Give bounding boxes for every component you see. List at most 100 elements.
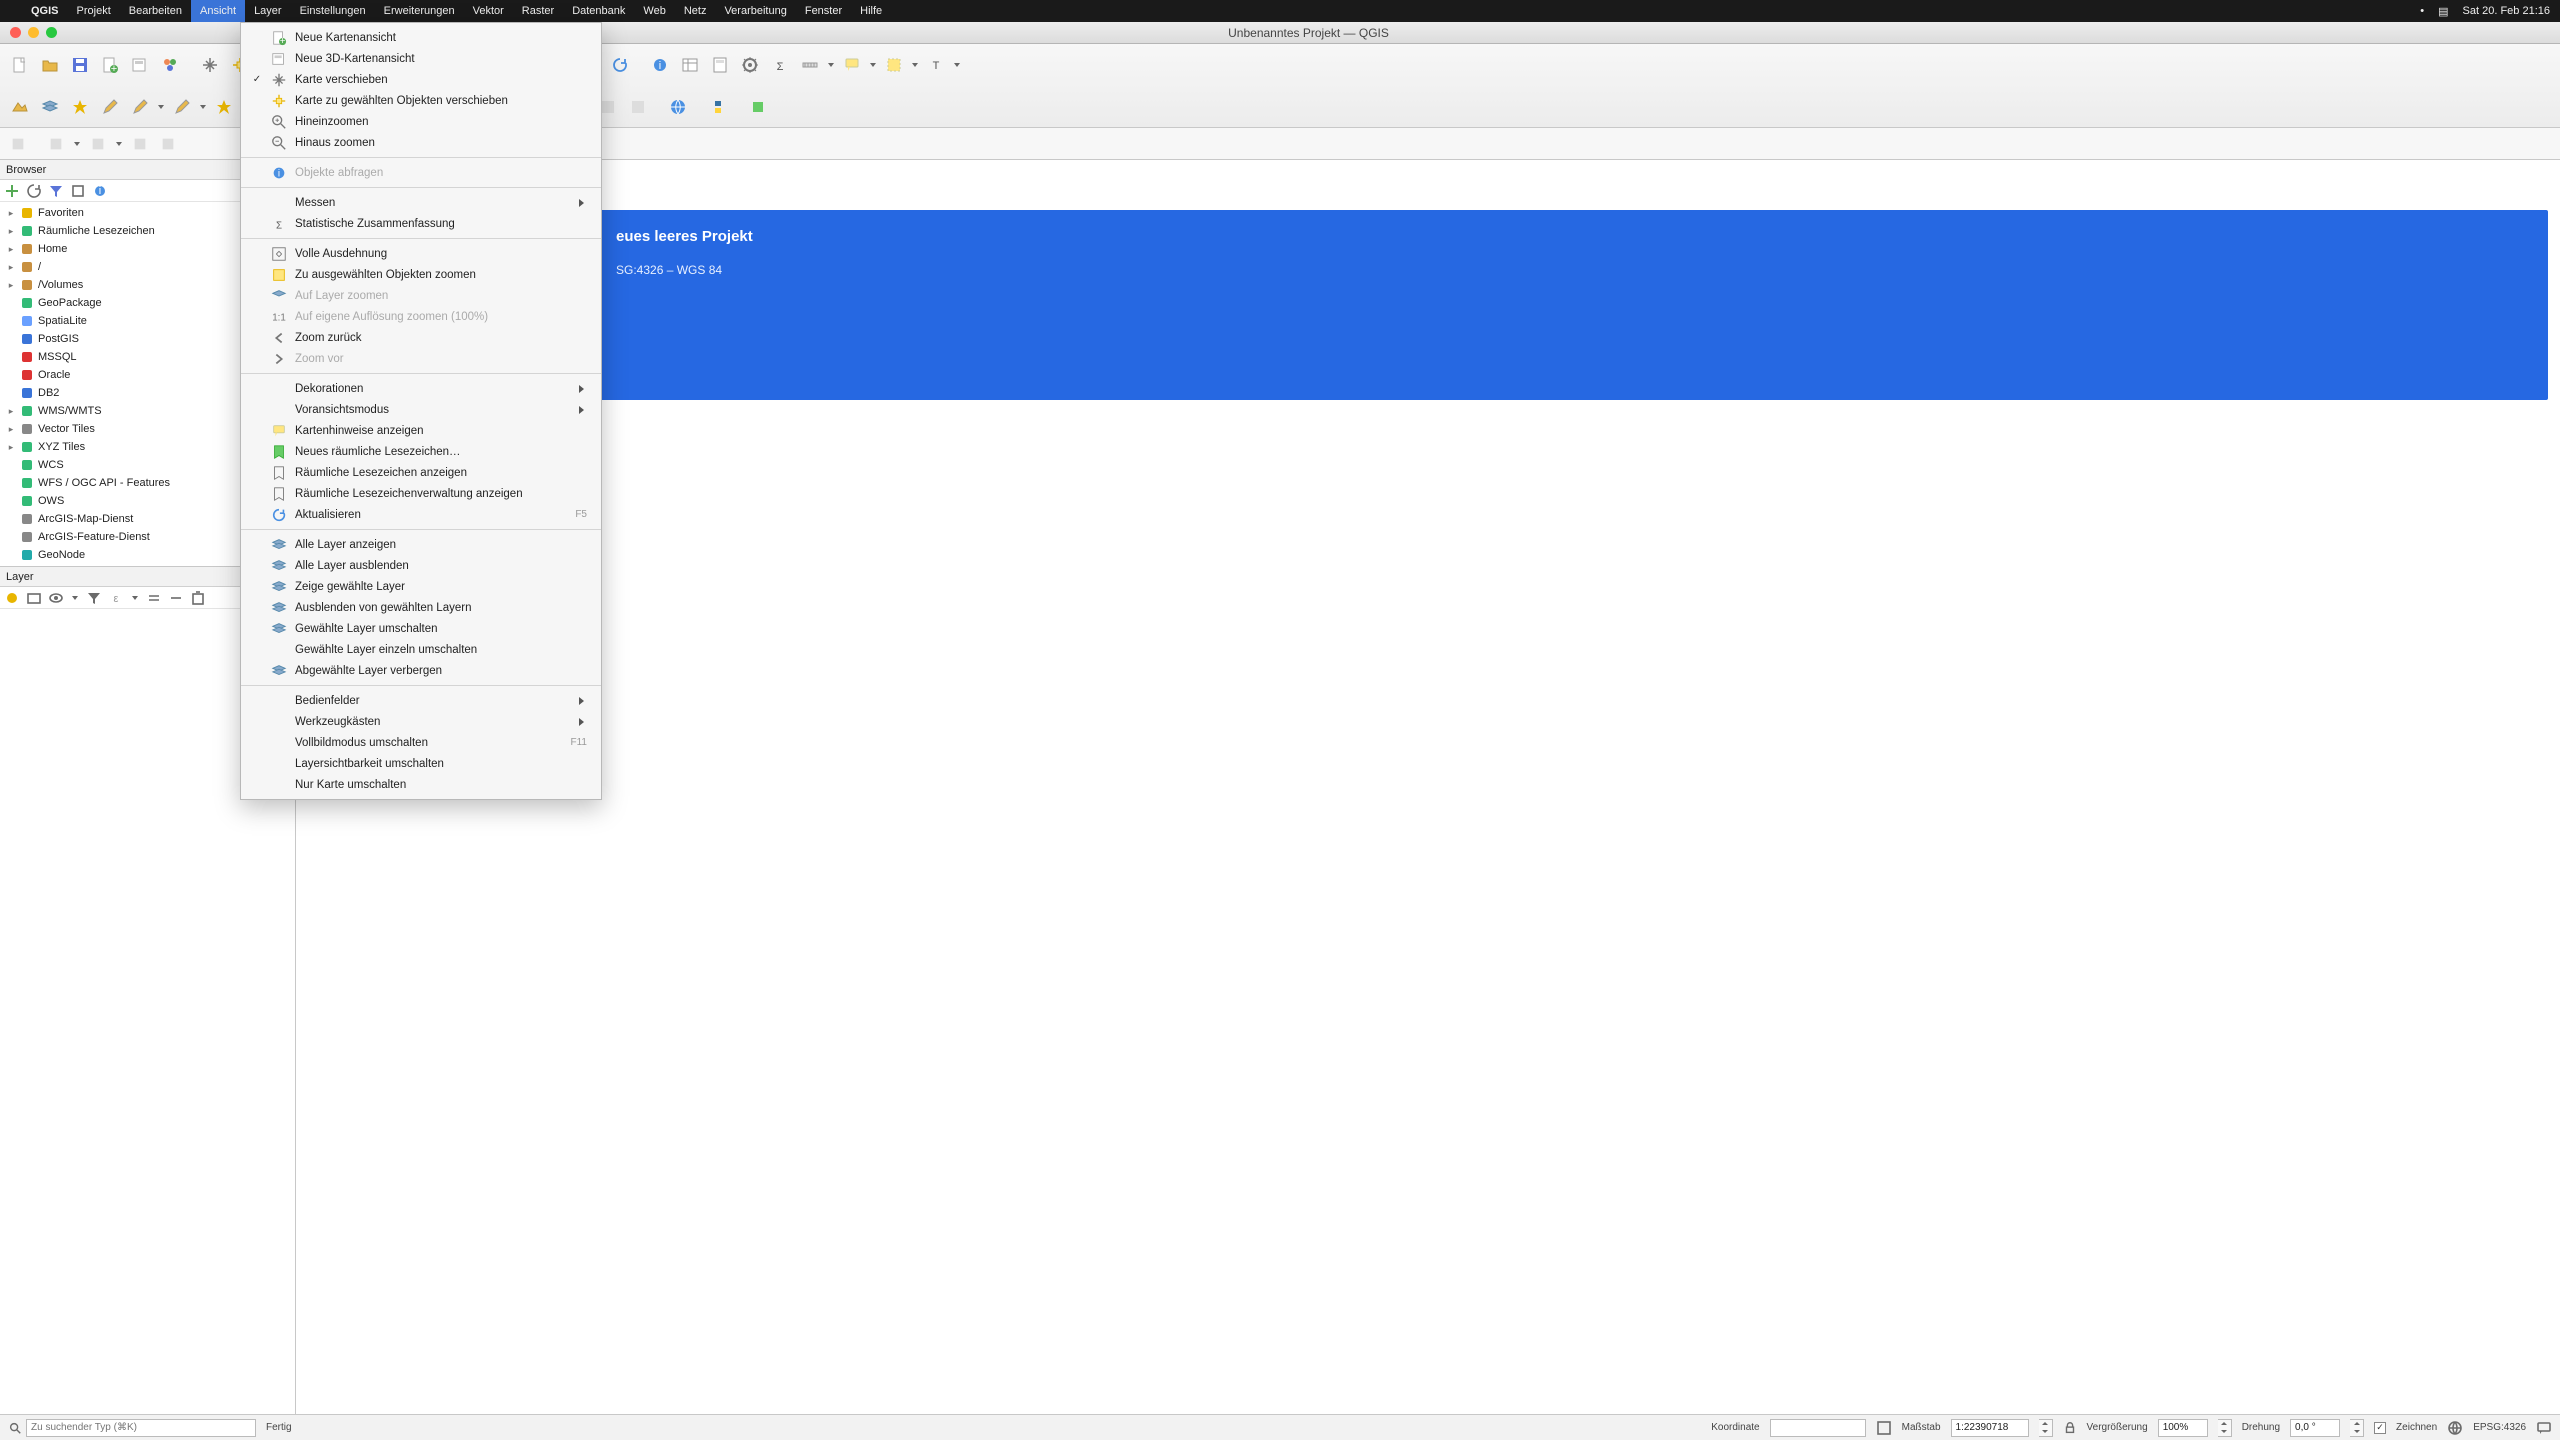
- crs-value[interactable]: EPSG:4326: [2473, 1422, 2526, 1433]
- toolbar-toolbox-button[interactable]: [736, 51, 764, 79]
- menu-item-zoom-zur-ck[interactable]: Zoom zurück: [241, 327, 601, 348]
- properties-icon[interactable]: i: [92, 183, 108, 199]
- toolbar-sel-button[interactable]: [880, 51, 908, 79]
- toolbar-py-button[interactable]: [704, 93, 732, 121]
- toolbar-sel-dropdown[interactable]: [910, 51, 920, 79]
- menu-item-abgew-hlte-layer-verbergen[interactable]: Abgewählte Layer verbergen: [241, 660, 601, 681]
- menubar-item-hilfe[interactable]: Hilfe: [851, 0, 891, 22]
- menu-item-neue-3d-kartenansicht[interactable]: Neue 3D-Kartenansicht: [241, 48, 601, 69]
- toolbar-v1-button[interactable]: [6, 93, 34, 121]
- menubar-item-datenbank[interactable]: Datenbank: [563, 0, 634, 22]
- add-layer-icon[interactable]: [4, 183, 20, 199]
- toolbar-globe-button[interactable]: [664, 93, 692, 121]
- menu-item-zeige-gew-hlte-layer[interactable]: Zeige gewählte Layer: [241, 576, 601, 597]
- toolbar-pen-button[interactable]: [168, 93, 196, 121]
- coord-input[interactable]: [1770, 1419, 1866, 1437]
- layer-add-group-icon[interactable]: [26, 590, 42, 606]
- menu-item-messen[interactable]: Messen: [241, 192, 601, 213]
- toolbar-ident-button[interactable]: i: [646, 51, 674, 79]
- lock-icon[interactable]: [2063, 1421, 2077, 1435]
- toolbar-v3-button[interactable]: [66, 93, 94, 121]
- layer-filter-icon[interactable]: [86, 590, 102, 606]
- menubar-tray-icon[interactable]: ▤: [2438, 5, 2448, 18]
- mag-input[interactable]: [2158, 1419, 2208, 1437]
- menubar-item-web[interactable]: Web: [634, 0, 674, 22]
- map-canvas[interactable]: eues leeres Projekt SG:4326 – WGS 84: [296, 160, 2560, 1414]
- menubar-item-layer[interactable]: Layer: [245, 0, 291, 22]
- toolbar-v3-button[interactable]: [210, 93, 238, 121]
- menubar-item-projekt[interactable]: Projekt: [68, 0, 120, 22]
- menu-item-werkzeugk-sten[interactable]: Werkzeugkästen: [241, 711, 601, 732]
- menu-item-hinaus-zoomen[interactable]: Hinaus zoomen: [241, 132, 601, 153]
- menubar-item-einstellungen[interactable]: Einstellungen: [291, 0, 375, 22]
- snap-btn[interactable]: [44, 132, 68, 156]
- menu-item-r-umliche-lesezeichen-anzeigen[interactable]: Räumliche Lesezeichen anzeigen: [241, 462, 601, 483]
- menubar-item-ansicht[interactable]: Ansicht: [191, 0, 245, 22]
- crs-icon[interactable]: [2447, 1420, 2463, 1436]
- snap-dd[interactable]: [72, 130, 82, 158]
- snap-btn[interactable]: [156, 132, 180, 156]
- menu-item-ausblenden-von-gew-hlten-layern[interactable]: Ausblenden von gewählten Layern: [241, 597, 601, 618]
- menubar-status-dot-icon[interactable]: •: [2420, 5, 2424, 17]
- extents-icon[interactable]: [1876, 1420, 1892, 1436]
- window-minimize-button[interactable]: [28, 27, 39, 38]
- toolbar-pen-button[interactable]: [126, 93, 154, 121]
- toolbar-pen-button[interactable]: [96, 93, 124, 121]
- layer-visibility-dropdown[interactable]: [70, 584, 80, 612]
- menu-item-aktualisieren[interactable]: AktualisierenF5: [241, 504, 601, 525]
- menubar-item-verarbeitung[interactable]: Verarbeitung: [715, 0, 795, 22]
- layer-style-icon[interactable]: [4, 590, 20, 606]
- rot-spinner[interactable]: [2350, 1419, 2364, 1437]
- welcome-banner[interactable]: eues leeres Projekt SG:4326 – WGS 84: [296, 210, 2548, 400]
- toolbar-sigma-button[interactable]: Σ: [766, 51, 794, 79]
- window-zoom-button[interactable]: [46, 27, 57, 38]
- menu-item-r-umliche-lesezeichenverwaltung-anzeigen[interactable]: Räumliche Lesezeichenverwaltung anzeigen: [241, 483, 601, 504]
- window-close-button[interactable]: [10, 27, 21, 38]
- collapse-icon[interactable]: [70, 183, 86, 199]
- toolbar-pan-button[interactable]: [196, 51, 224, 79]
- toolbar-plug-button[interactable]: [744, 93, 772, 121]
- scale-input[interactable]: [1951, 1419, 2029, 1437]
- menubar-item-bearbeiten[interactable]: Bearbeiten: [120, 0, 191, 22]
- snap-btn[interactable]: [86, 132, 110, 156]
- toolbar-fcalc-button[interactable]: [706, 51, 734, 79]
- layer-remove-icon[interactable]: [190, 590, 206, 606]
- menu-item-hineinzoomen[interactable]: Hineinzoomen: [241, 111, 601, 132]
- toolbar-meas-button[interactable]: [796, 51, 824, 79]
- menubar-item-raster[interactable]: Raster: [513, 0, 563, 22]
- menu-item-nur-karte-umschalten[interactable]: Nur Karte umschalten: [241, 774, 601, 795]
- layer-expr-dropdown[interactable]: [130, 584, 140, 612]
- snap-dd[interactable]: [114, 130, 124, 158]
- menubar-item-netz[interactable]: Netz: [675, 0, 716, 22]
- menu-item-layersichtbarkeit-umschalten[interactable]: Layersichtbarkeit umschalten: [241, 753, 601, 774]
- toolbar-save-button[interactable]: [66, 51, 94, 79]
- menubar-item-vektor[interactable]: Vektor: [464, 0, 513, 22]
- toolbar-annot-button[interactable]: T: [922, 51, 950, 79]
- menu-item-volle-ausdehnung[interactable]: Volle Ausdehnung: [241, 243, 601, 264]
- toolbar-gray-button[interactable]: [624, 93, 652, 121]
- rot-input[interactable]: [2290, 1419, 2340, 1437]
- layer-expand-icon[interactable]: [146, 590, 162, 606]
- ansicht-menu[interactable]: +Neue KartenansichtNeue 3D-Kartenansicht…: [240, 22, 602, 800]
- locator-input[interactable]: [26, 1419, 256, 1437]
- menu-item-karte-zu-gew-hlten-objekten-verschieben[interactable]: Karte zu gewählten Objekten verschieben: [241, 90, 601, 111]
- layer-expr-icon[interactable]: ε: [108, 590, 124, 606]
- menu-item-neue-kartenansicht[interactable]: +Neue Kartenansicht: [241, 27, 601, 48]
- menu-item-zu-ausgew-hlten-objekten-zoomen[interactable]: Zu ausgewählten Objekten zoomen: [241, 264, 601, 285]
- menu-item-alle-layer-anzeigen[interactable]: Alle Layer anzeigen: [241, 534, 601, 555]
- menubar-app[interactable]: QGIS: [22, 0, 68, 22]
- toolbar-attr-button[interactable]: [676, 51, 704, 79]
- menu-item-statistische-zusammenfassung[interactable]: ΣStatistische Zusammenfassung: [241, 213, 601, 234]
- toolbar-refresh-button[interactable]: [606, 51, 634, 79]
- render-checkbox[interactable]: ✓: [2374, 1422, 2386, 1434]
- scale-spinner[interactable]: [2039, 1419, 2053, 1437]
- menu-item-karte-verschieben[interactable]: ✓Karte verschieben: [241, 69, 601, 90]
- toolbar-stylemgr-button[interactable]: [156, 51, 184, 79]
- filter-icon[interactable]: [48, 183, 64, 199]
- menu-item-gew-hlte-layer-einzeln-umschalten[interactable]: Gewählte Layer einzeln umschalten: [241, 639, 601, 660]
- toolbar-open-button[interactable]: [36, 51, 64, 79]
- layer-collapse-icon[interactable]: [168, 590, 184, 606]
- snap-btn[interactable]: [6, 132, 30, 156]
- toolbar-tip-button[interactable]: [838, 51, 866, 79]
- toolbar-annot-dropdown[interactable]: [952, 51, 962, 79]
